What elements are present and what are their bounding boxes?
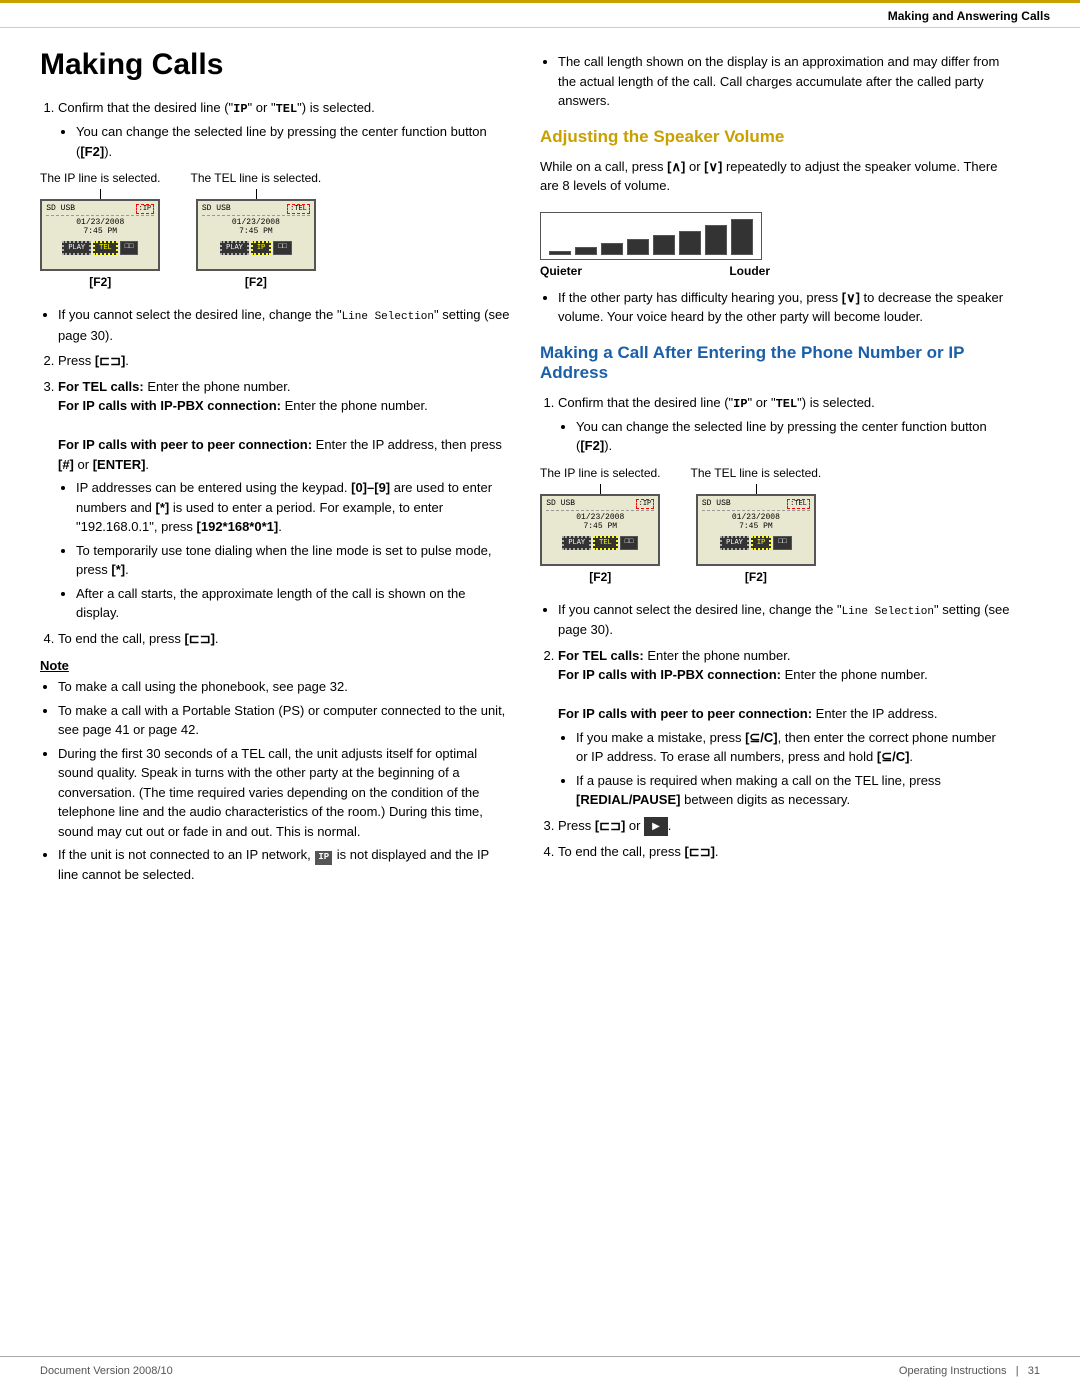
ip-display-label-r: The IP line is selected. [540,466,661,480]
ip-phone-screen-r: SD USB :IP 01/23/20087:45 PM PLAY TEL □□ [540,494,660,566]
step-3: For TEL calls: Enter the phone number. F… [58,377,510,623]
making-call-step-2: For TEL calls: Enter the phone number. F… [558,646,1010,810]
step-4: To end the call, press [⊏⊐]. [58,629,510,649]
quieter-label: Quieter [540,264,582,278]
note-bullet-4: If the unit is not connected to an IP ne… [58,845,510,884]
ip-display-label: The IP line is selected. [40,171,161,185]
note-title: Note [40,658,510,673]
phone-displays-left: The IP line is selected. SD USB :IP 01/2… [40,171,510,289]
note-bullet-3: During the first 30 seconds of a TEL cal… [58,744,510,842]
bar-6 [679,231,701,255]
ip-display-group: The IP line is selected. SD USB :IP 01/2… [40,171,161,289]
section-title: Making and Answering Calls [888,9,1050,23]
making-call-step-1: Confirm that the desired line ("IP" or "… [558,393,1010,456]
adjusting-volume-title: Adjusting the Speaker Volume [540,127,1010,147]
making-call-step-4: To end the call, press [⊏⊐]. [558,842,1010,862]
making-call-step-3: Press [⊏⊐] or ▶. [558,816,1010,836]
tel-phone-screen-r: SD USB :TEL 01/23/20087:45 PM PLAY IP □□ [696,494,816,566]
steps-2-4: Press [⊏⊐]. For TEL calls: Enter the pho… [40,351,510,648]
footer-right-text: Operating Instructions [899,1365,1007,1377]
send-button-icon: ▶ [644,817,668,836]
louder-label: Louder [729,264,770,278]
after-display-bullets-right: If you cannot select the desired line, c… [540,600,1010,640]
tel-display-group: The TEL line is selected. SD USB :TEL 01… [191,171,322,289]
making-call-step-1-sub: You can change the selected line by pres… [576,417,1010,456]
ip-phone-screen: SD USB :IP 01/23/20087:45 PM PLAY TEL □□ [40,199,160,271]
bar-8 [731,219,753,255]
note-bullets: To make a call using the phonebook, see … [40,677,510,884]
tel-display-group-r: The TEL line is selected. SD USB :TEL 01… [691,466,822,584]
right-column: The call length shown on the display is … [540,48,1010,890]
left-column: Making Calls Confirm that the desired li… [40,48,510,890]
right-top-bullets: The call length shown on the display is … [540,52,1010,111]
note-bullet-2: To make a call with a Portable Station (… [58,701,510,740]
making-call-step-2-bullets: If you make a mistake, press [⊆/C], then… [558,728,1010,810]
step-3-bullet-1: IP addresses can be entered using the ke… [76,478,510,537]
step-1-sub: You can change the selected line by pres… [76,122,510,161]
main-title: Making Calls [40,48,510,82]
footer: Document Version 2008/10 Operating Instr… [0,1356,1080,1377]
note-bullet-1: To make a call using the phonebook, see … [58,677,510,697]
tel-phone-screen: SD USB :TEL 01/23/20087:45 PM PLAY IP □□ [196,199,316,271]
bar-2 [575,247,597,255]
call-length-note: The call length shown on the display is … [558,52,1010,111]
f2-label-right: [F2] [245,275,267,289]
f2-label-right-r: [F2] [745,570,767,584]
making-call-steps-2-4: For TEL calls: Enter the phone number. F… [540,646,1010,862]
after-display-bullets-left: If you cannot select the desired line, c… [40,305,510,345]
f2-label-left-r: [F2] [589,570,611,584]
volume-labels: Quieter Louder [540,264,770,278]
step-3-bullets: IP addresses can be entered using the ke… [58,478,510,623]
footer-right: Operating Instructions | 31 [899,1365,1040,1377]
step-2: Press [⊏⊐]. [58,351,510,371]
volume-bars [549,219,753,255]
making-call-step-2-bullet-1: If you make a mistake, press [⊆/C], then… [576,728,1010,767]
bar-1 [549,251,571,255]
step-3-bullet-3: After a call starts, the approximate len… [76,584,510,623]
phone-displays-right: The IP line is selected. SD USB :IP 01/2… [540,466,1010,584]
section-header: Making and Answering Calls [0,3,1080,28]
bar-7 [705,225,727,255]
bar-5 [653,235,675,255]
tel-display-label-r: The TEL line is selected. [691,466,822,480]
line-selection-note-left: If you cannot select the desired line, c… [58,305,510,345]
footer-page-num: 31 [1028,1365,1040,1377]
note-section: Note To make a call using the phonebook,… [40,658,510,884]
making-call-steps: Confirm that the desired line ("IP" or "… [540,393,1010,456]
f2-label-left: [F2] [89,275,111,289]
main-steps-list: Confirm that the desired line ("IP" or "… [40,98,510,161]
making-call-step-2-bullet-2: If a pause is required when making a cal… [576,771,1010,810]
making-call-title: Making a Call After Entering the Phone N… [540,343,1010,383]
line-selection-note-right: If you cannot select the desired line, c… [558,600,1010,640]
page-content: Making Calls Confirm that the desired li… [0,28,1080,910]
volume-sub-bullets: If the other party has difficulty hearin… [540,288,1010,327]
tel-display-label: The TEL line is selected. [191,171,322,185]
footer-left: Document Version 2008/10 [40,1365,173,1377]
step-3-bullet-2: To temporarily use tone dialing when the… [76,541,510,580]
ip-display-group-r: The IP line is selected. SD USB :IP 01/2… [540,466,661,584]
volume-bar-container [540,212,762,260]
bar-4 [627,239,649,255]
volume-intro: While on a call, press [∧] or [∨] repeat… [540,157,1010,196]
bar-3 [601,243,623,255]
step-1: Confirm that the desired line ("IP" or "… [58,98,510,161]
volume-sub-bullet: If the other party has difficulty hearin… [558,288,1010,327]
